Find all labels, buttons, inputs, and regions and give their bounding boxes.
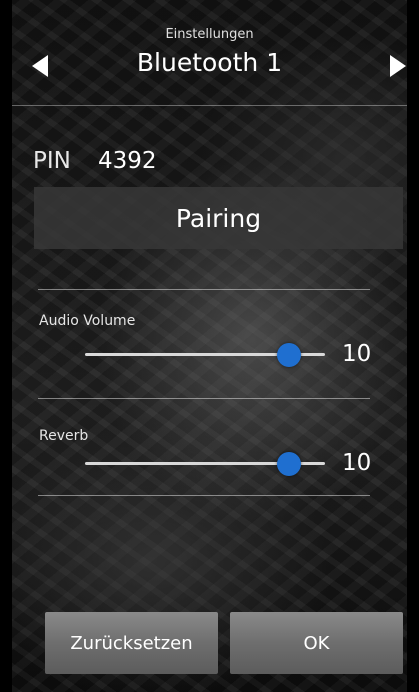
previous-arrow-icon[interactable] xyxy=(28,52,58,80)
reverb-slider-thumb[interactable] xyxy=(277,452,301,476)
reverb-label: Reverb xyxy=(39,428,89,444)
audio-volume-value: 10 xyxy=(342,341,372,367)
pin-value: 4392 xyxy=(98,148,157,174)
pin-label: PIN xyxy=(33,148,71,174)
header-subtitle: Einstellungen xyxy=(165,27,254,42)
header-title: Bluetooth 1 xyxy=(136,48,283,77)
header-divider xyxy=(12,105,407,106)
right-border xyxy=(407,0,419,692)
divider xyxy=(38,398,370,399)
left-border xyxy=(0,0,12,692)
reverb-value: 10 xyxy=(342,450,372,476)
next-arrow-icon[interactable] xyxy=(382,52,412,80)
divider xyxy=(38,289,370,290)
reset-button[interactable]: Zurücksetzen xyxy=(45,612,218,674)
pairing-button[interactable]: Pairing xyxy=(34,187,403,249)
audio-volume-label: Audio Volume xyxy=(39,313,136,329)
divider xyxy=(38,495,370,496)
audio-volume-slider-thumb[interactable] xyxy=(277,343,301,367)
ok-button[interactable]: OK xyxy=(230,612,403,674)
